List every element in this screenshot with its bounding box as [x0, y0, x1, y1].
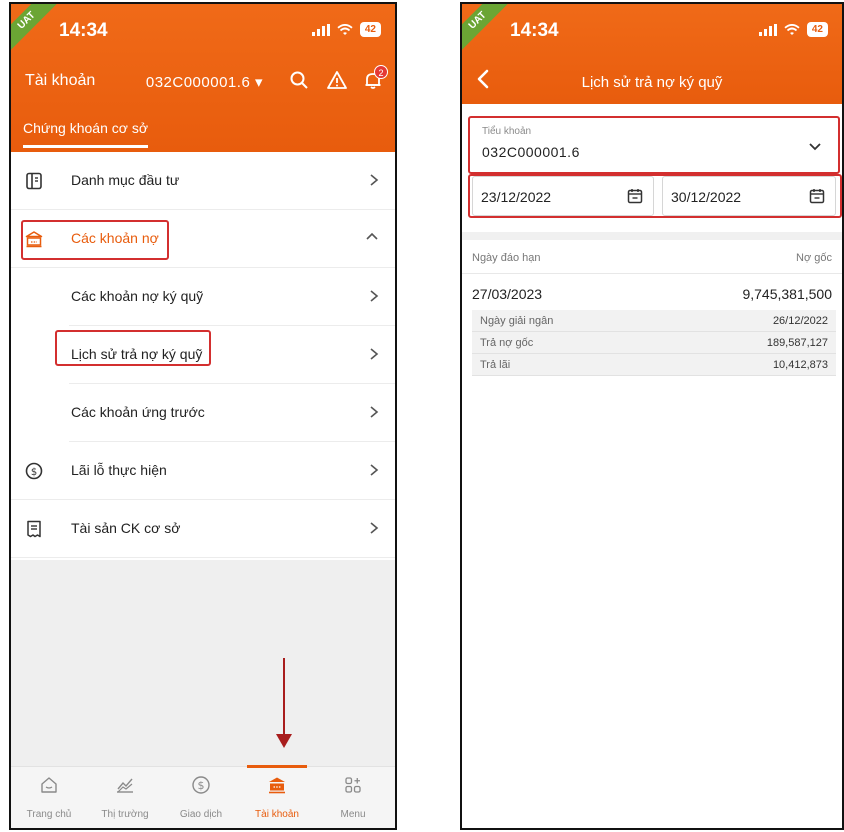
divider-band: [462, 232, 842, 240]
chevron-right-icon: [370, 464, 379, 476]
bottom-nav: Trang chủ Thị trường $ Giao dịch Tài kho…: [11, 765, 395, 828]
chevron-right-icon: [370, 406, 379, 418]
nav-trang-chu[interactable]: Trang chủ: [11, 767, 87, 828]
env-badge: UAT: [11, 4, 64, 58]
svg-text:$: $: [198, 779, 205, 792]
nav-label: Tài khoản: [255, 809, 299, 820]
bank-icon: [269, 777, 285, 794]
detail-label: Trả lãi: [480, 359, 511, 371]
wifi-icon: [337, 23, 353, 35]
detail-label: Trả nợ gốc: [480, 337, 534, 349]
menu-label: Lãi lỗ thực hiện: [71, 462, 167, 478]
detail-value: 10,412,873: [772, 359, 828, 371]
annotation-arrow-head: [276, 734, 292, 748]
nav-label: Menu: [340, 809, 366, 820]
account-selector[interactable]: 032C000001.6 ▾: [146, 73, 263, 91]
highlight-cac-khoan-no: [21, 220, 169, 260]
menu-label: Các khoản ứng trước: [71, 404, 205, 420]
signal-icon: [311, 23, 330, 36]
table-header: Ngày đáo hạn Nợ gốc: [462, 244, 842, 274]
chevron-right-icon: [370, 522, 379, 534]
home-icon: [41, 777, 57, 793]
status-bar: UAT 14:34 42: [462, 4, 842, 58]
tab-chung-khoan-co-so[interactable]: Chứng khoán cơ sở: [23, 120, 149, 148]
right-phone-screen: UAT 14:34 42 Lịch sử trả nợ ký quỹ Tiểu …: [460, 2, 844, 830]
chevron-right-icon: [370, 290, 379, 302]
menu-item-tai-san-ck-co-so[interactable]: Tài sản CK cơ sở: [11, 500, 395, 558]
menu-item-danh-muc-dau-tu[interactable]: Danh mục đầu tư: [11, 152, 395, 210]
account-header: UAT 14:34 42 Tài khoản 032C000001.6 ▾ 2 …: [11, 4, 395, 152]
page-title: Lịch sử trả nợ ký quỹ: [581, 74, 723, 91]
nav-label: Giao dịch: [179, 809, 223, 820]
left-phone-screen: UAT 14:34 42 Tài khoản 032C000001.6 ▾ 2 …: [9, 2, 397, 830]
grid-plus-icon: [345, 777, 361, 793]
status-bar: UAT 14:34 42: [11, 4, 395, 58]
detail-row: Trả lãi 10,412,873: [472, 354, 836, 376]
svg-text:$: $: [31, 467, 37, 478]
menu-item-cac-khoan-no-ky-quy[interactable]: Các khoản nợ ký quỹ: [69, 268, 395, 326]
warning-icon[interactable]: [327, 70, 347, 90]
chevron-right-icon: [370, 348, 379, 360]
table-row[interactable]: 27/03/2023 9,745,381,500: [462, 276, 842, 310]
history-header: UAT 14:34 42 Lịch sử trả nợ ký quỹ: [462, 4, 842, 104]
notification-badge: 2: [374, 65, 388, 79]
chevron-right-icon: [370, 174, 379, 186]
detail-row: Ngày giải ngân 26/12/2022: [472, 310, 836, 332]
menu-label: Danh mục đầu tư: [71, 172, 180, 188]
signal-icon: [758, 23, 777, 36]
system-icons: 42: [758, 22, 828, 37]
status-time: 14:34: [510, 20, 559, 41]
menu-label: Các khoản nợ ký quỹ: [71, 288, 204, 304]
nav-tai-khoan[interactable]: Tài khoản: [239, 765, 315, 828]
status-time: 14:34: [59, 20, 108, 41]
nav-label: Thị trường: [101, 809, 149, 820]
header-title-row: Tài khoản 032C000001.6 ▾ 2: [11, 65, 395, 98]
detail-value: 189,587,127: [766, 337, 828, 349]
battery-icon: 42: [359, 22, 381, 37]
highlight-date-range: [468, 174, 842, 218]
column-due-date: Ngày đáo hạn: [472, 252, 541, 264]
caret-down-icon: ▾: [254, 74, 263, 91]
receipt-icon: [27, 520, 41, 538]
highlight-sub-account: [468, 116, 840, 174]
dollar-circle-icon: $: [192, 776, 210, 794]
row-due-date: 27/03/2023: [472, 286, 543, 302]
notification-button[interactable]: 2: [363, 65, 388, 90]
env-badge: UAT: [462, 4, 515, 58]
annotation-arrow-line: [283, 658, 285, 738]
wifi-icon: [784, 23, 800, 35]
account-number: 032C000001.6: [145, 74, 251, 91]
subtab-bar: Chứng khoán cơ sở: [11, 108, 395, 152]
nav-giao-dich[interactable]: $ Giao dịch: [163, 767, 239, 828]
detail-label: Ngày giải ngân: [480, 315, 554, 327]
chart-icon: [117, 778, 133, 793]
nav-thi-truong[interactable]: Thị trường: [87, 767, 163, 828]
highlight-lich-su-tra-no: [55, 330, 211, 366]
row-detail-panel: Ngày giải ngân 26/12/2022 Trả nợ gốc 189…: [472, 310, 836, 376]
chevron-up-icon: [366, 232, 378, 240]
menu-item-lai-lo-thuc-hien[interactable]: $ Lãi lỗ thực hiện: [11, 442, 395, 500]
page-title: Tài khoản: [25, 72, 96, 89]
system-icons: 42: [311, 22, 381, 37]
detail-value: 26/12/2022: [772, 315, 828, 327]
menu-label: Tài sản CK cơ sở: [71, 520, 181, 536]
search-icon[interactable]: [289, 70, 309, 90]
menu-item-cac-khoan-ung-truoc[interactable]: Các khoản ứng trước: [69, 384, 395, 442]
nav-label: Trang chủ: [26, 809, 72, 820]
nav-menu[interactable]: Menu: [315, 767, 391, 828]
column-principal: Nợ gốc: [796, 252, 832, 264]
book-icon: [26, 172, 42, 190]
row-principal: 9,745,381,500: [742, 286, 832, 302]
empty-area: [11, 560, 395, 766]
dollar-circle-icon: $: [25, 462, 43, 480]
battery-icon: 42: [806, 22, 828, 37]
detail-row: Trả nợ gốc 189,587,127: [472, 332, 836, 354]
